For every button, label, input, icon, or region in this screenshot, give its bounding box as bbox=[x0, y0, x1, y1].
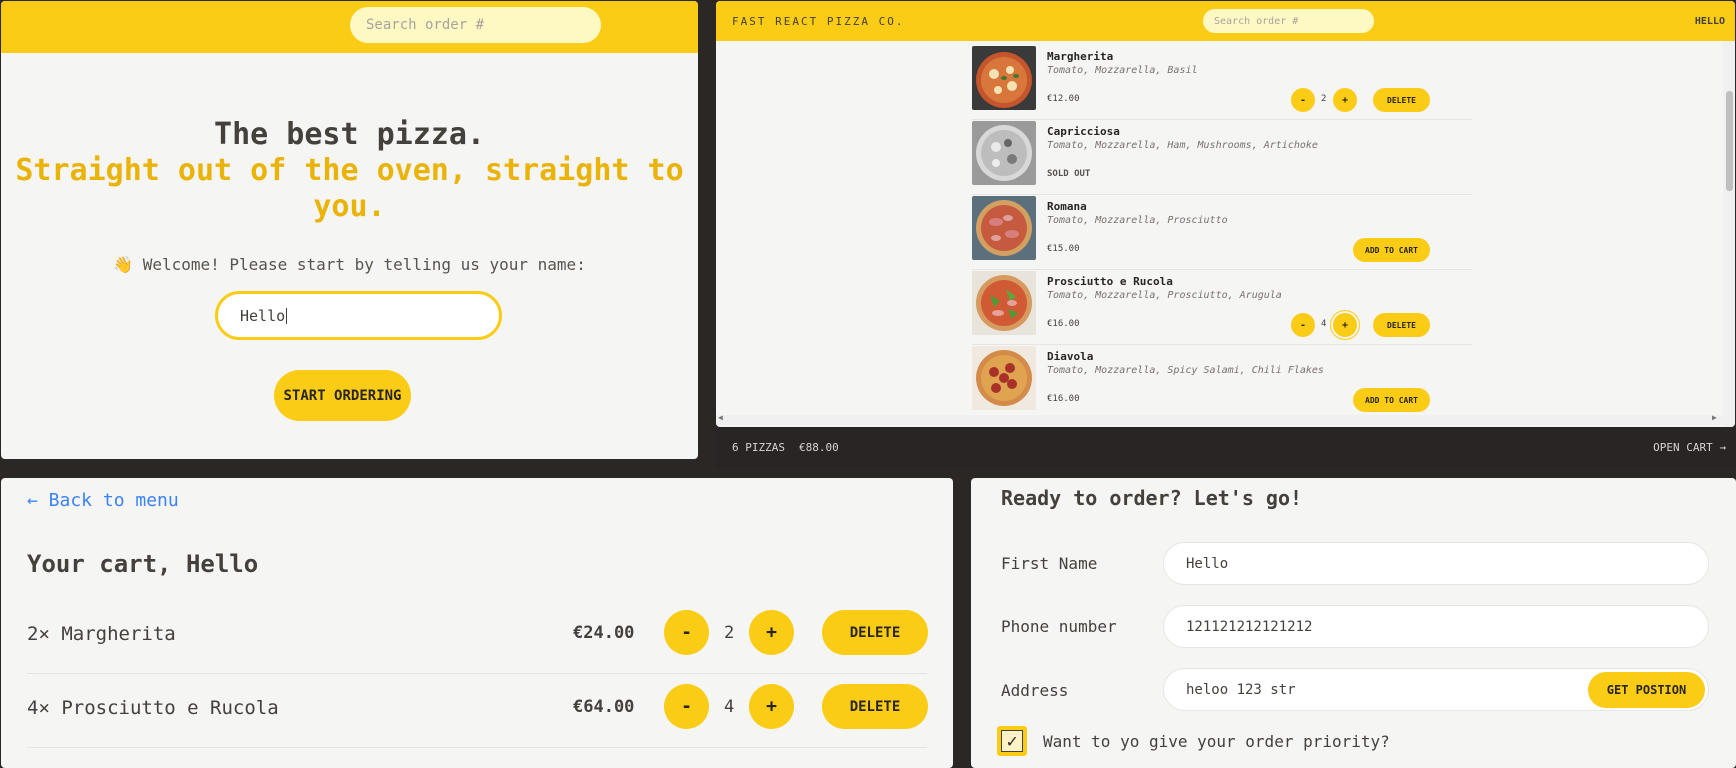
address-label: Address bbox=[1001, 681, 1069, 700]
cart-total: €88.00 bbox=[799, 441, 839, 454]
first-name-label: First Name bbox=[1001, 554, 1098, 573]
delete-button[interactable]: DELETE bbox=[1373, 313, 1430, 337]
increase-button[interactable]: + bbox=[749, 684, 794, 729]
menu-header: FAST REACT PIZZA CO. Search order # HELL… bbox=[716, 1, 1735, 41]
pizza-ingredients: Tomato, Mozzarella, Basil bbox=[1047, 65, 1198, 76]
text-cursor bbox=[286, 307, 288, 324]
welcome-text: 👋 Welcome! Please start by telling us yo… bbox=[113, 255, 586, 274]
pizza-image bbox=[972, 346, 1036, 410]
order-form-title: Ready to order? Let's go! bbox=[1001, 486, 1303, 510]
open-cart-link[interactable]: OPEN CART → bbox=[1653, 441, 1726, 454]
pizza-name: Diavola bbox=[1047, 350, 1094, 363]
back-to-menu-link[interactable]: ← Back to menu bbox=[27, 490, 179, 511]
pizza-price: €12.00 bbox=[1047, 94, 1080, 104]
phone-field[interactable]: 121121212121212 bbox=[1163, 605, 1709, 648]
cart-item-name: 2× Margherita bbox=[27, 623, 176, 645]
pizza-image bbox=[972, 271, 1036, 335]
home-panel: Search order # The best pizza. Straight … bbox=[1, 1, 698, 459]
cart-overview-bar: 6 PIZZAS €88.00 OPEN CART → bbox=[716, 427, 1736, 468]
cart-pizza-count: 6 PIZZAS bbox=[732, 441, 785, 454]
menu-item: Prosciutto e Rucola Tomato, Mozzarella, … bbox=[972, 270, 1472, 345]
pizza-name: Prosciutto e Rucola bbox=[1047, 275, 1173, 288]
checkmark-icon: ✓ bbox=[1001, 730, 1023, 752]
scrollbar-thumb[interactable] bbox=[1726, 91, 1733, 191]
cart-item-quantity: 2 bbox=[724, 623, 735, 643]
pizza-price: €16.00 bbox=[1047, 394, 1080, 404]
delete-button[interactable]: DELETE bbox=[822, 684, 928, 729]
sold-out-label: SOLD OUT bbox=[1047, 169, 1091, 179]
logo[interactable]: FAST REACT PIZZA CO. bbox=[732, 15, 904, 28]
home-title-main: The best pizza. bbox=[214, 117, 485, 152]
pizza-ingredients: Tomato, Mozzarella, Ham, Mushrooms, Arti… bbox=[1047, 140, 1318, 151]
menu-item: Diavola Tomato, Mozzarella, Spicy Salami… bbox=[972, 345, 1472, 420]
cart-item-name: 4× Prosciutto e Rucola bbox=[27, 697, 279, 719]
cart-item-price: €24.00 bbox=[573, 623, 635, 643]
home-title: The best pizza. Straight out of the oven… bbox=[1, 117, 698, 225]
delete-button[interactable]: DELETE bbox=[1373, 88, 1430, 112]
cart-title: Your cart, Hello bbox=[27, 550, 259, 578]
decrease-button[interactable]: - bbox=[1291, 313, 1315, 337]
home-subtitle: Straight out of the oven, straight to yo… bbox=[15, 153, 684, 224]
menu-item: Capricciosa Tomato, Mozzarella, Ham, Mus… bbox=[972, 120, 1472, 195]
pizza-name: Capricciosa bbox=[1047, 125, 1120, 138]
increase-button[interactable]: + bbox=[1333, 88, 1357, 112]
menu-item: Margherita Tomato, Mozzarella, Basil €12… bbox=[972, 45, 1472, 120]
cart-panel: ← Back to menu Your cart, Hello 2× Margh… bbox=[1, 478, 953, 768]
pizza-ingredients: Tomato, Mozzarella, Prosciutto, Arugula bbox=[1047, 290, 1282, 301]
username: HELLO bbox=[1694, 16, 1725, 27]
home-header: Search order # bbox=[1, 1, 698, 53]
pizza-price: €16.00 bbox=[1047, 319, 1080, 329]
pizza-name: Romana bbox=[1047, 200, 1087, 213]
delete-button[interactable]: DELETE bbox=[822, 610, 928, 655]
pizza-ingredients: Tomato, Mozzarella, Prosciutto bbox=[1047, 215, 1228, 226]
quantity: 2 bbox=[1321, 94, 1327, 104]
pizza-name: Margherita bbox=[1047, 50, 1114, 63]
search-order-input[interactable]: Search order # bbox=[350, 7, 601, 43]
cart-row: 4× Prosciutto e Rucola €64.00 - 4 + DELE… bbox=[27, 674, 928, 748]
pizza-image bbox=[972, 121, 1036, 185]
start-ordering-button[interactable]: START ORDERING bbox=[274, 370, 411, 421]
quantity: 4 bbox=[1321, 319, 1327, 329]
priority-checkbox[interactable]: ✓ bbox=[997, 726, 1027, 756]
add-to-cart-button[interactable]: ADD TO CART bbox=[1353, 388, 1430, 412]
decrease-button[interactable]: - bbox=[664, 684, 709, 729]
increase-button[interactable]: + bbox=[749, 610, 794, 655]
menu-item: Romana Tomato, Mozzarella, Prosciutto €1… bbox=[972, 195, 1472, 270]
add-to-cart-button[interactable]: ADD TO CART bbox=[1353, 238, 1430, 262]
pizza-image bbox=[972, 46, 1036, 110]
pizza-image bbox=[972, 196, 1036, 260]
name-input[interactable]: Hello bbox=[215, 291, 502, 340]
cart-item-quantity: 4 bbox=[724, 697, 735, 717]
horizontal-scrollbar[interactable] bbox=[716, 415, 1723, 425]
name-input-value: Hello bbox=[240, 306, 286, 325]
decrease-button[interactable]: - bbox=[664, 610, 709, 655]
order-form-panel: Ready to order? Let's go! First Name Hel… bbox=[971, 478, 1736, 768]
scroll-right-icon[interactable]: ▶ bbox=[1712, 413, 1717, 422]
cart-item-price: €64.00 bbox=[573, 697, 635, 717]
pizza-ingredients: Tomato, Mozzarella, Spicy Salami, Chili … bbox=[1047, 365, 1324, 376]
get-position-button[interactable]: GET POSTION bbox=[1588, 672, 1705, 708]
phone-label: Phone number bbox=[1001, 617, 1117, 636]
scroll-left-icon[interactable]: ◀ bbox=[718, 413, 723, 422]
pizza-price: €15.00 bbox=[1047, 244, 1080, 254]
search-order-input[interactable]: Search order # bbox=[1203, 9, 1374, 33]
increase-button[interactable]: + bbox=[1333, 313, 1357, 337]
cart-row: 2× Margherita €24.00 - 2 + DELETE bbox=[27, 600, 928, 674]
menu-list: Margherita Tomato, Mozzarella, Basil €12… bbox=[972, 45, 1472, 420]
first-name-field[interactable]: Hello bbox=[1163, 542, 1709, 585]
menu-panel: FAST REACT PIZZA CO. Search order # HELL… bbox=[716, 1, 1735, 427]
vertical-scrollbar[interactable] bbox=[1723, 41, 1735, 427]
decrease-button[interactable]: - bbox=[1291, 88, 1315, 112]
priority-label: Want to yo give your order priority? bbox=[1043, 732, 1390, 751]
